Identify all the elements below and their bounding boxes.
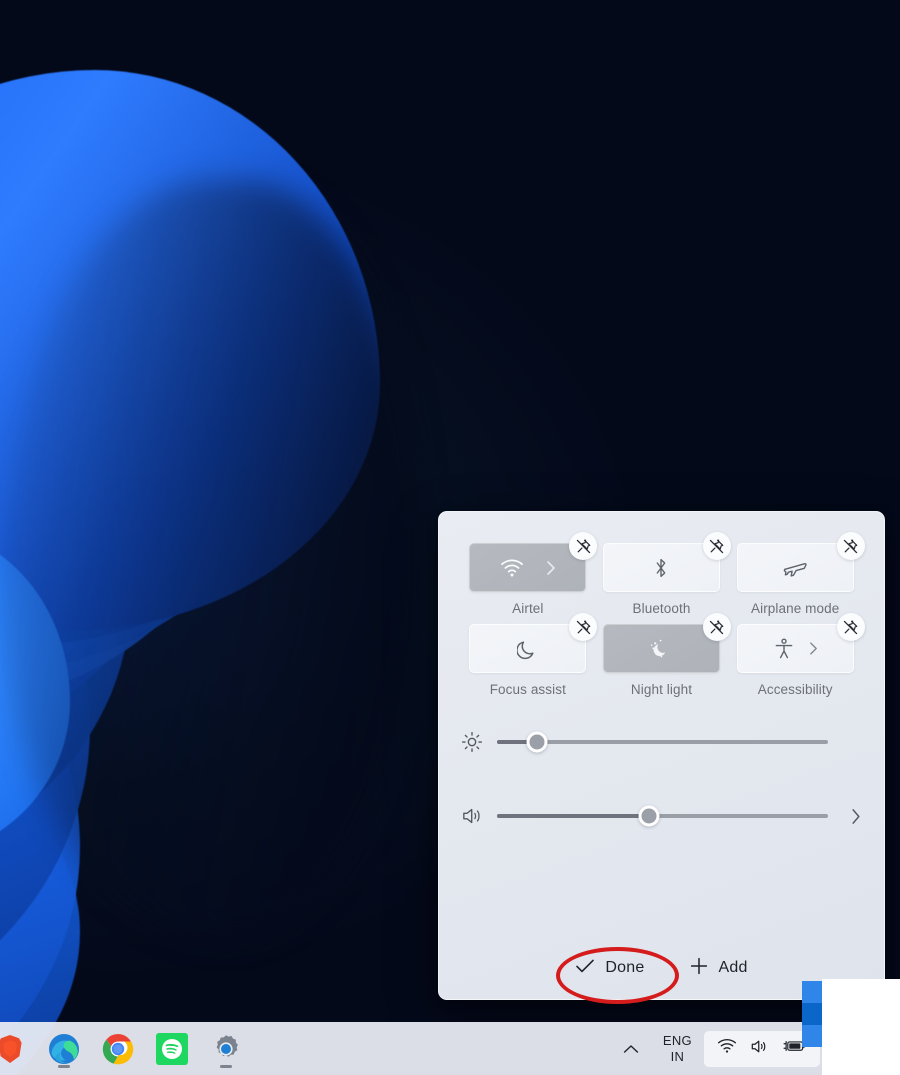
language-line-1: ENG	[662, 1033, 692, 1049]
tile-label-airplane-mode: Airplane mode	[750, 601, 840, 616]
taskbar-app-buttons	[0, 1027, 248, 1071]
volume-slider-thumb[interactable]	[638, 805, 660, 827]
volume-slider-row	[439, 805, 884, 827]
tile-label-focus-assist: Focus assist	[489, 682, 566, 697]
airplane-icon	[782, 557, 808, 579]
quick-tile-accessibility[interactable]	[736, 613, 865, 673]
taskbar[interactable]: ENG IN	[0, 1022, 900, 1075]
tile-cell-focus-assist: Focus assist	[461, 613, 598, 697]
done-button[interactable]: Done	[563, 952, 656, 985]
language-line-2: IN	[670, 1048, 685, 1064]
tile-cell-accessibility: Accessibility	[728, 613, 865, 697]
plus-icon	[690, 957, 708, 980]
tile-label-bluetooth: Bluetooth	[632, 601, 691, 616]
done-button-label: Done	[605, 959, 645, 976]
night-light-icon	[648, 637, 674, 661]
tile-label-accessibility: Accessibility	[757, 682, 833, 697]
quick-settings-tiles-grid: Airtel Bluetooth Airplane mode Focus ass…	[439, 512, 884, 697]
quick-tile-bluetooth[interactable]	[602, 532, 731, 592]
volume-icon	[461, 805, 497, 827]
unpin-icon[interactable]	[702, 532, 731, 560]
add-button-label: Add	[718, 959, 748, 976]
quick-settings-panel[interactable]: Airtel Bluetooth Airplane mode Focus ass…	[438, 511, 885, 1000]
wifi-icon	[717, 1038, 737, 1059]
taskbar-running-indicator	[220, 1064, 232, 1068]
overlay-blue-bar-dark	[802, 1003, 824, 1025]
taskbar-app-spotify[interactable]	[150, 1027, 194, 1071]
unpin-icon[interactable]	[836, 532, 865, 560]
quick-tile-focus-assist[interactable]	[469, 613, 598, 673]
taskbar-app-settings[interactable]	[204, 1027, 248, 1071]
unpin-icon[interactable]	[702, 613, 731, 641]
tile-label-night-light: Night light	[630, 682, 693, 697]
volume-slider-track[interactable]	[497, 805, 828, 827]
brightness-slider-track[interactable]	[497, 731, 828, 753]
unpin-icon[interactable]	[569, 613, 598, 641]
tile-cell-wifi: Airtel	[461, 532, 598, 616]
taskbar-app-brave[interactable]	[0, 1027, 32, 1071]
moon-icon	[516, 637, 539, 661]
brightness-slider-thumb[interactable]	[526, 731, 548, 753]
show-hidden-icons-button[interactable]	[611, 1044, 651, 1054]
taskbar-running-indicator	[58, 1064, 70, 1068]
add-button[interactable]: Add	[678, 951, 759, 986]
quick-tile-airplane-mode[interactable]	[736, 532, 865, 592]
chevron-right-icon[interactable]	[809, 641, 818, 656]
taskbar-app-chrome[interactable]	[96, 1027, 140, 1071]
volume-output-chevron[interactable]	[828, 807, 862, 826]
unpin-icon[interactable]	[569, 532, 598, 560]
bluetooth-icon	[652, 556, 670, 580]
overlay-white-box	[822, 979, 900, 1047]
wifi-icon	[500, 558, 524, 578]
language-indicator[interactable]: ENG IN	[651, 1033, 704, 1064]
taskbar-app-edge[interactable]	[42, 1027, 86, 1071]
accessibility-icon	[773, 637, 795, 661]
quick-tile-wifi[interactable]	[469, 532, 598, 592]
tile-cell-night-light: Night light	[595, 613, 731, 697]
quick-tile-night-light[interactable]	[602, 613, 731, 673]
tile-label-wifi: Airtel	[512, 601, 544, 616]
unpin-icon[interactable]	[836, 613, 865, 641]
check-icon	[575, 958, 595, 979]
brightness-icon	[461, 731, 497, 753]
overlay-white-box-tail	[822, 1047, 900, 1075]
volume-icon	[750, 1038, 770, 1060]
brightness-slider-row	[439, 731, 884, 753]
tile-cell-airplane: Airplane mode	[728, 532, 865, 616]
tile-cell-bluetooth: Bluetooth	[595, 532, 731, 616]
chevron-right-icon[interactable]	[546, 560, 556, 576]
